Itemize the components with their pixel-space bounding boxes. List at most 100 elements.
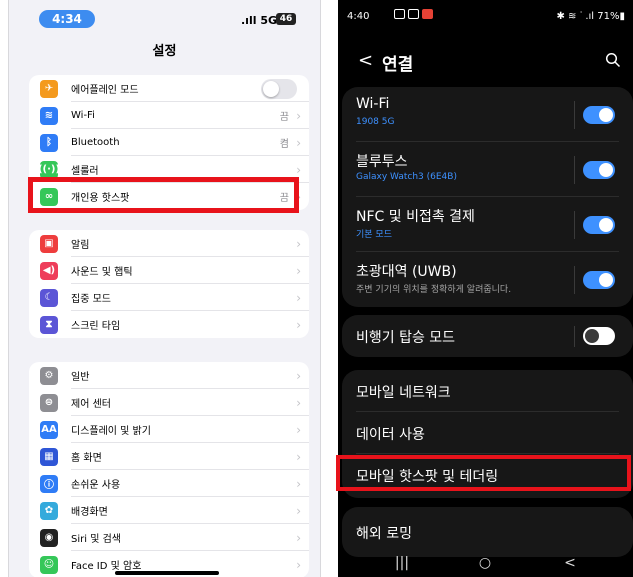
android-hotspot-highlight-box: [336, 455, 631, 491]
moon-icon: ☾: [40, 288, 58, 307]
search-icon[interactable]: [605, 52, 621, 68]
ios-row-display[interactable]: AA 디스플레이 및 밝기 ›: [29, 416, 309, 443]
app-notification-icon: [422, 9, 433, 19]
chevron-right-icon: ›: [296, 236, 301, 251]
ios-row-screentime[interactable]: ⧗ 스크린 타임 ›: [29, 311, 309, 338]
ios-row-wallpaper[interactable]: ✿ 배경화면 ›: [29, 497, 309, 524]
chevron-right-icon: ›: [296, 395, 301, 410]
notification-icon: ▣: [40, 234, 58, 253]
android-row-airplane[interactable]: 비행기 탑승 모드: [342, 315, 633, 357]
chevron-right-icon: ›: [296, 108, 301, 123]
android-row-label: Wi-Fi: [356, 96, 390, 112]
chevron-right-icon: ›: [296, 263, 301, 278]
speaker-icon: ◀): [40, 261, 58, 280]
ios-row-label: 알림: [71, 240, 90, 251]
ios-row-label: Wi-Fi: [71, 110, 95, 121]
control-center-icon: ⊜: [40, 393, 58, 412]
ios-row-label: 제어 센터: [71, 399, 111, 410]
toggle-divider: [574, 326, 575, 347]
wallpaper-icon: ✿: [40, 501, 58, 520]
android-row-label: 블루투스: [356, 154, 408, 170]
ios-group-general: ⚙ 일반 › ⊜ 제어 센터 › AA 디스플레이 및 밝기 › ▦ 홈 화면 › ⓘ 손쉬운 사용 › ✿ 배…: [29, 362, 309, 577]
android-row-subtitle: 기본 모드: [356, 230, 392, 240]
toggle-knob: [599, 273, 613, 287]
ios-row-control[interactable]: ⊜ 제어 센터 ›: [29, 389, 309, 416]
android-toggle-bluetooth[interactable]: [583, 161, 615, 179]
android-row-label: 비행기 탑승 모드: [356, 330, 456, 346]
ios-row-general[interactable]: ⚙ 일반 ›: [29, 362, 309, 389]
ios-row-accessibility[interactable]: ⓘ 손쉬운 사용 ›: [29, 470, 309, 497]
ios-row-airplane[interactable]: ✈ 에어플레인 모드: [29, 75, 309, 102]
ios-status-bar: 4:34 .ıll 5G 46: [9, 0, 320, 30]
ios-row-sounds[interactable]: ◀) 사운드 및 햅틱 ›: [29, 257, 309, 284]
gallery-icon: [394, 9, 405, 19]
toggle-divider: [574, 156, 575, 184]
ios-row-label: Siri 및 검색: [71, 534, 121, 545]
hotspot-highlight-box: [28, 177, 299, 213]
recents-button[interactable]: |||: [382, 548, 422, 577]
android-toggle-uwb[interactable]: [583, 271, 615, 289]
ios-row-label: 집중 모드: [71, 294, 111, 305]
android-status-time: 4:40: [347, 11, 370, 22]
display-icon: AA: [40, 420, 58, 439]
chevron-right-icon: ›: [296, 135, 301, 150]
chevron-right-icon: ›: [296, 162, 301, 177]
toggle-knob: [599, 218, 613, 232]
android-toggle-wifi[interactable]: [583, 106, 615, 124]
chevron-right-icon: ›: [296, 290, 301, 305]
ios-row-label: Bluetooth: [71, 137, 120, 148]
ios-row-label: 사운드 및 햅틱: [71, 267, 133, 278]
cellular-icon: ((·)): [38, 160, 60, 179]
ios-row-label: 에어플레인 모드: [71, 85, 139, 96]
toggle-knob: [263, 80, 279, 97]
ios-settings-screen: 4:34 .ıll 5G 46 설정 ✈ 에어플레인 모드 ≋ Wi-Fi 끔 › ᛒ Blu…: [8, 0, 321, 577]
back-button[interactable]: <: [550, 548, 590, 577]
ios-row-bluetooth[interactable]: ᛒ Bluetooth 켬 ›: [29, 129, 309, 156]
home-button[interactable]: ○: [465, 548, 505, 577]
android-row-data-usage[interactable]: 데이터 사용: [342, 412, 633, 454]
ios-row-label: 홈 화면: [71, 453, 102, 464]
toggle-divider: [574, 101, 575, 129]
android-toggle-airplane[interactable]: [583, 327, 615, 345]
ios-row-label: Face ID 및 암호: [71, 561, 142, 572]
android-row-bluetooth[interactable]: 블루투스 Galaxy Watch3 (6E4B): [342, 142, 633, 197]
ios-row-label: 배경화면: [71, 507, 108, 518]
back-arrow-icon[interactable]: <: [358, 50, 373, 71]
android-row-wifi[interactable]: Wi-Fi 1908 5G: [342, 87, 633, 142]
faceid-icon: ☺: [40, 555, 58, 574]
siri-icon: ◉: [40, 528, 58, 547]
chevron-right-icon: ›: [296, 557, 301, 572]
ios-status-time: 4:34: [39, 10, 95, 28]
page-title: 설정: [152, 44, 177, 59]
home-indicator[interactable]: [115, 571, 219, 575]
ios-row-label: 셀룰러: [71, 166, 99, 177]
hourglass-icon: ⧗: [40, 315, 58, 334]
airplane-icon: ✈: [40, 79, 58, 98]
chevron-right-icon: ›: [296, 449, 301, 464]
wifi-icon: ≋: [40, 106, 58, 125]
home-grid-icon: ▦: [40, 447, 58, 466]
android-row-nfc[interactable]: NFC 및 비접촉 결제 기본 모드: [342, 197, 633, 252]
android-row-mobile-network[interactable]: 모바일 네트워크: [342, 370, 633, 412]
android-toggle-nfc[interactable]: [583, 216, 615, 234]
page-title: 연결: [382, 55, 414, 75]
bluetooth-icon: ᛒ: [40, 133, 58, 152]
android-row-label: 초광대역 (UWB): [356, 264, 457, 280]
ios-row-focus[interactable]: ☾ 집중 모드 ›: [29, 284, 309, 311]
ios-row-wifi[interactable]: ≋ Wi-Fi 끔 ›: [29, 102, 309, 129]
ios-row-label: 일반: [71, 372, 90, 383]
chevron-right-icon: ›: [296, 422, 301, 437]
toggle-divider: [574, 211, 575, 239]
ios-row-home[interactable]: ▦ 홈 화면 ›: [29, 443, 309, 470]
android-header: < 연결: [338, 46, 633, 76]
ios-row-siri[interactable]: ◉ Siri 및 검색 ›: [29, 524, 309, 551]
toggle-knob: [599, 108, 613, 122]
ios-row-value: 끔: [279, 112, 289, 123]
android-row-subtitle: 1908 5G: [356, 117, 395, 127]
ios-row-label: 손쉬운 사용: [71, 480, 121, 491]
toggle-divider: [574, 266, 575, 294]
android-row-uwb[interactable]: 초광대역 (UWB) 주변 기기의 위치를 정확하게 알려줍니다.: [342, 252, 633, 307]
ios-row-notifications[interactable]: ▣ 알림 ›: [29, 230, 309, 257]
airplane-mode-toggle[interactable]: [261, 78, 297, 99]
chevron-right-icon: ›: [296, 368, 301, 383]
